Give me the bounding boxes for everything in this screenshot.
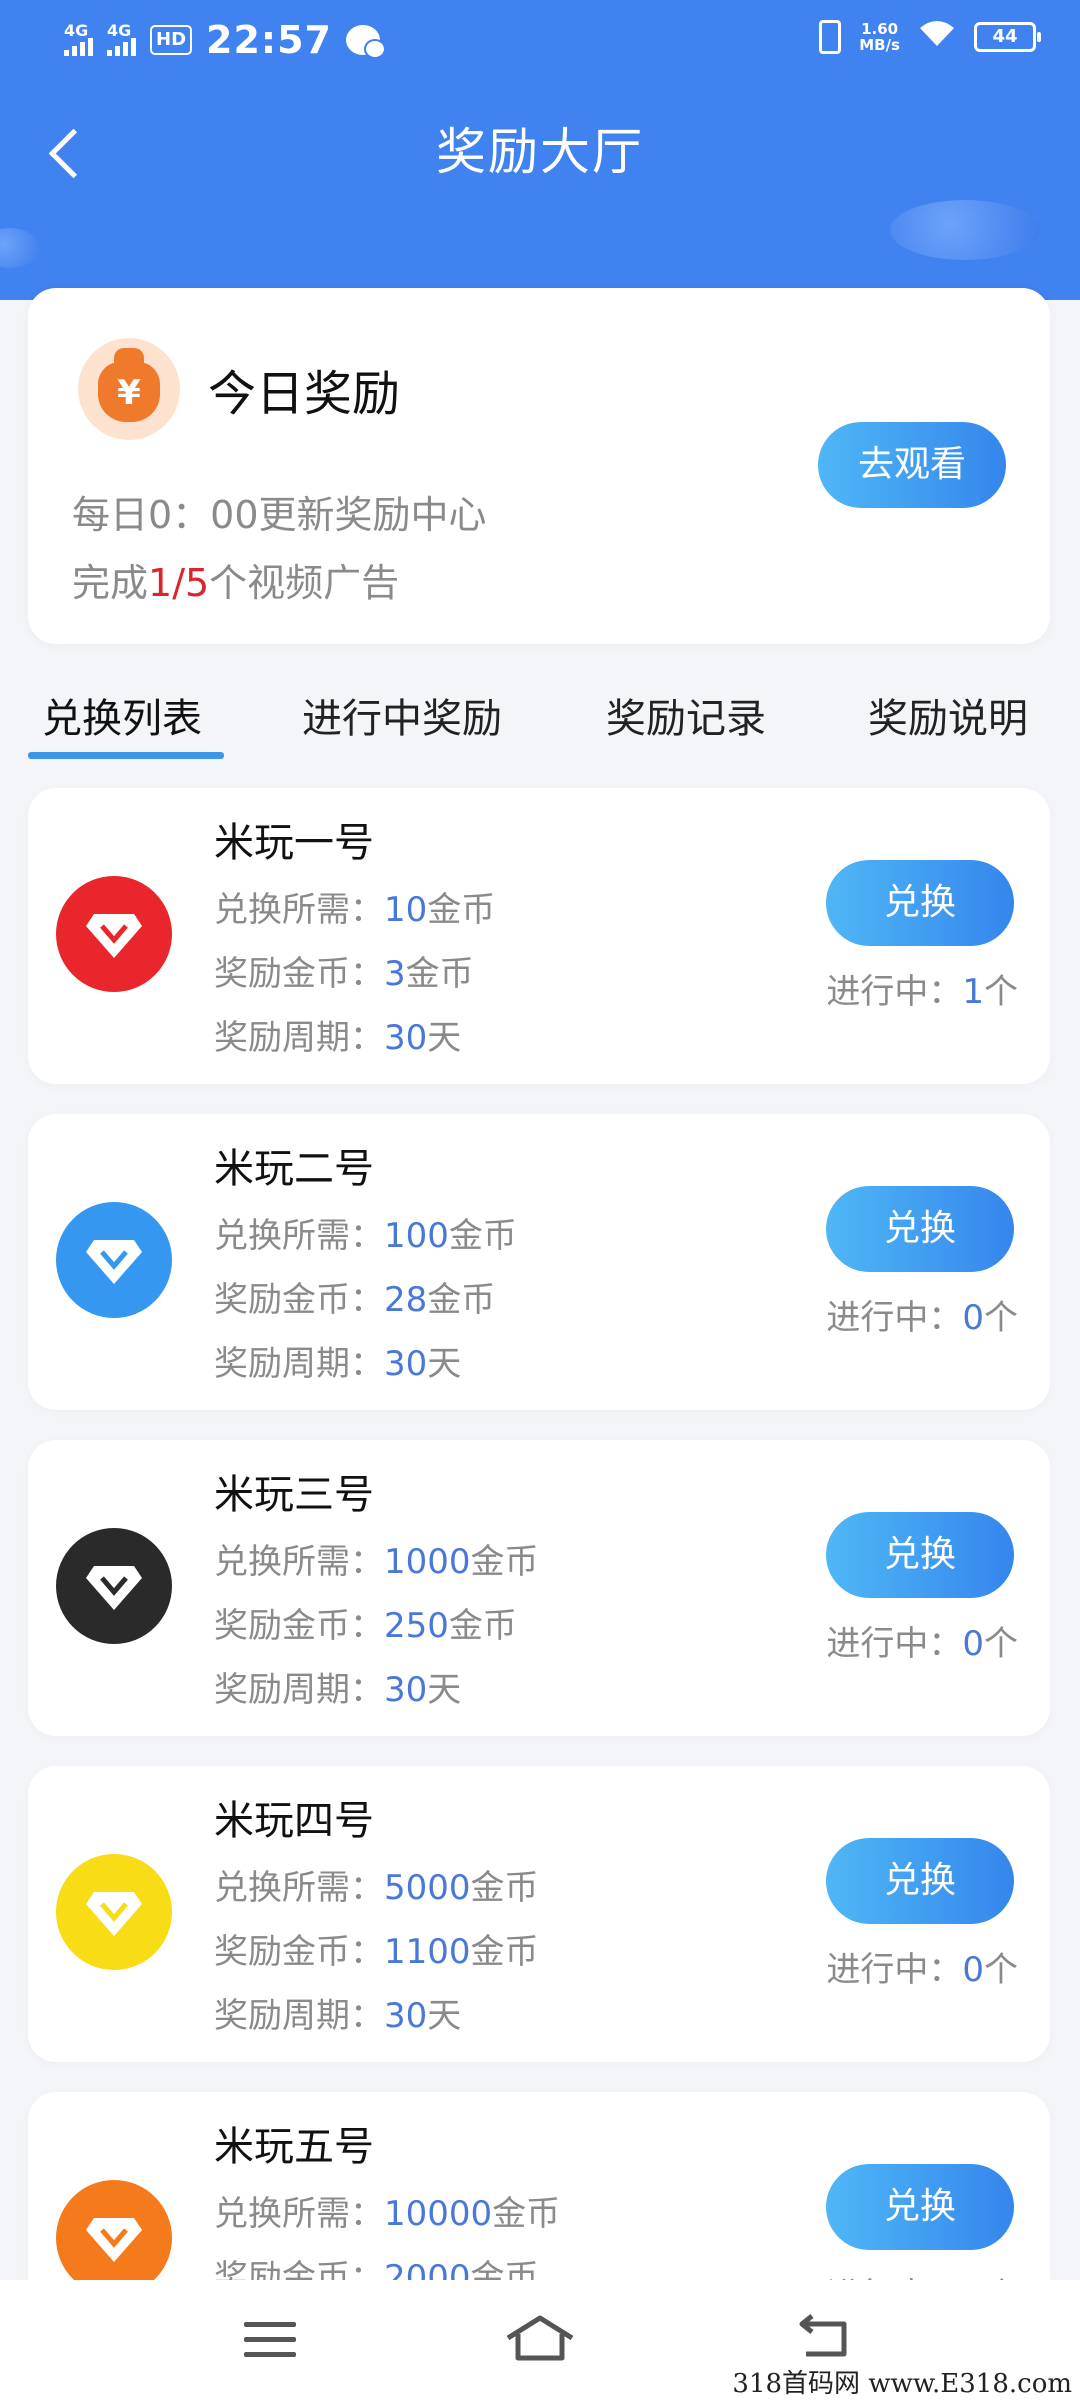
money-bag-icon: ¥: [78, 338, 180, 440]
in-progress-count: 进行中：0个: [826, 1950, 1018, 1990]
list-item: 米玩二号 兑换所需：100金币 奖励金币：28金币 奖励周期：30天 兑换 进行…: [28, 1114, 1050, 1410]
item-name: 米玩三号: [214, 1472, 374, 1518]
signal-icon: 4G: [107, 23, 136, 56]
gem-icon: [56, 1202, 172, 1318]
system-navigation-bar: 318首码网 www.E318.com: [0, 2280, 1080, 2408]
exchange-button[interactable]: 兑换: [826, 2164, 1014, 2250]
wechat-icon: [345, 25, 386, 59]
exchange-button[interactable]: 兑换: [826, 1838, 1014, 1924]
hd-icon: HD: [150, 25, 193, 55]
item-period: 奖励周期：30天: [214, 1996, 462, 2036]
item-cost: 兑换所需：5000金币: [214, 1868, 539, 1908]
item-cost: 兑换所需：10金币: [214, 890, 496, 930]
coin-decoration: [890, 200, 1040, 260]
item-cost: 兑换所需：10000金币: [214, 2194, 561, 2234]
item-name: 米玩二号: [214, 1146, 374, 1192]
watermark: 318首码网 www.E318.com: [732, 2369, 1072, 2399]
battery-icon: 44: [974, 22, 1041, 52]
reward-update-text: 每日0：00更新奖励中心: [72, 493, 487, 537]
item-name: 米玩五号: [214, 2124, 374, 2170]
home-icon[interactable]: [500, 2308, 580, 2378]
reward-progress-text: 完成1/5个视频广告: [72, 561, 400, 605]
gem-icon: [56, 2180, 172, 2296]
item-name: 米玩一号: [214, 820, 374, 866]
tab-active-indicator: [28, 752, 224, 759]
gem-icon: [56, 1854, 172, 1970]
gem-icon: [56, 876, 172, 992]
item-cost: 兑换所需：1000金币: [214, 1542, 539, 1582]
menu-icon[interactable]: [230, 2308, 310, 2378]
tab-reward-info[interactable]: 奖励说明: [868, 686, 1028, 744]
watch-video-button[interactable]: 去观看: [818, 422, 1006, 508]
item-period: 奖励周期：30天: [214, 1018, 462, 1058]
tab-bar: 兑换列表 进行中奖励 奖励记录 奖励说明: [0, 680, 1080, 760]
signal-icon: 4G: [64, 23, 93, 56]
page-title: 奖励大厅: [436, 123, 644, 181]
item-period: 奖励周期：30天: [214, 1344, 462, 1384]
network-speed: 1.60 MB/s: [859, 20, 900, 54]
list-item: 米玩一号 兑换所需：10金币 奖励金币：3金币 奖励周期：30天 兑换 进行中：…: [28, 788, 1050, 1084]
tab-exchange-list[interactable]: 兑换列表: [42, 686, 202, 744]
item-name: 米玩四号: [214, 1798, 374, 1844]
exchange-button[interactable]: 兑换: [826, 1186, 1014, 1272]
reward-progress-value: 1/5: [148, 561, 210, 605]
list-item: 米玩三号 兑换所需：1000金币 奖励金币：250金币 奖励周期：30天 兑换 …: [28, 1440, 1050, 1736]
item-period: 奖励周期：30天: [214, 1670, 462, 1710]
daily-reward-card: ¥ 今日奖励 每日0：00更新奖励中心 完成1/5个视频广告 去观看: [28, 288, 1050, 644]
in-progress-count: 进行中：1个: [826, 972, 1018, 1012]
status-bar: 4G 4G HD 22:57 1.60 MB/s 44: [0, 0, 1080, 80]
exchange-button[interactable]: 兑换: [826, 860, 1014, 946]
vibrate-icon: [819, 20, 842, 54]
exchange-button[interactable]: 兑换: [826, 1512, 1014, 1598]
list-item: 米玩四号 兑换所需：5000金币 奖励金币：1100金币 奖励周期：30天 兑换…: [28, 1766, 1050, 2062]
reward-title: 今日奖励: [208, 366, 401, 422]
item-reward: 奖励金币：1100金币: [214, 1932, 539, 1972]
item-reward: 奖励金币：28金币: [214, 1280, 496, 1320]
wifi-icon: [918, 18, 956, 56]
gem-icon: [56, 1528, 172, 1644]
tab-reward-records[interactable]: 奖励记录: [606, 686, 766, 744]
tab-in-progress[interactable]: 进行中奖励: [302, 686, 502, 744]
item-reward: 奖励金币：3金币: [214, 954, 474, 994]
clock: 22:57: [206, 18, 332, 62]
item-cost: 兑换所需：100金币: [214, 1216, 517, 1256]
item-reward: 奖励金币：250金币: [214, 1606, 517, 1646]
in-progress-count: 进行中：0个: [826, 1298, 1018, 1338]
in-progress-count: 进行中：0个: [826, 1624, 1018, 1664]
